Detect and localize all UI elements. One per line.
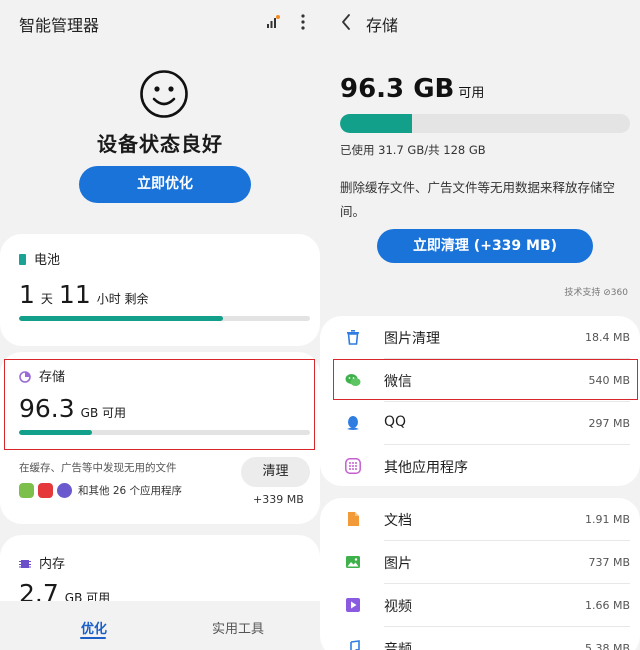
- memory-header: 内存: [19, 553, 65, 572]
- clean-button[interactable]: 清理: [241, 457, 310, 487]
- device-care-panel: 智能管理器 设备状态良好 立即优化 电池 1 天 11 小时 剩余 存储 96.…: [0, 0, 320, 650]
- back-arrow-icon[interactable]: [341, 14, 351, 30]
- junk-apps-row: 和其他 26 个应用程序: [19, 482, 183, 499]
- item-label: 其他应用程序: [384, 460, 468, 476]
- page-title: 存储: [366, 16, 399, 35]
- image-icon: [346, 556, 360, 568]
- storage-junk-description: 在缓存、广告等中发现无用的文件: [19, 462, 177, 474]
- clean-size: +339 MB: [253, 493, 304, 506]
- item-label: 图片: [384, 556, 412, 572]
- memory-chip-icon: [19, 559, 31, 568]
- list-item[interactable]: 图片清理 18.4 MB: [320, 316, 640, 359]
- more-options-icon[interactable]: [298, 13, 308, 31]
- available-unit: 可用: [458, 86, 485, 101]
- bottom-navigation: 优化 实用工具: [0, 601, 320, 650]
- battery-label: 电池: [34, 253, 61, 268]
- item-size: 1.66 MB: [584, 599, 630, 612]
- item-label: 图片清理: [384, 331, 440, 347]
- item-label: QQ: [384, 414, 407, 430]
- file-type-list: 文档 1.91 MB 图片 737 MB 视频 1.66 MB 音频 5.38 …: [320, 498, 640, 650]
- list-item[interactable]: 图片 737 MB: [320, 541, 640, 584]
- list-item[interactable]: QQ 297 MB: [320, 402, 640, 445]
- android-app-icon: [19, 482, 34, 498]
- battery-level-fill: [19, 316, 223, 321]
- item-size: 737 MB: [588, 556, 630, 569]
- memory-label: 内存: [39, 557, 66, 572]
- battery-header: 电池: [19, 249, 60, 268]
- list-item[interactable]: 文档 1.91 MB: [320, 498, 640, 541]
- tech-support-text: 技术支持 ⊘360: [564, 288, 628, 298]
- trash-icon: [347, 330, 359, 345]
- storage-detail-panel: 存储 96.3 GB 可用 已使用 31.7 GB/共 128 GB 删除缓存文件…: [320, 0, 640, 650]
- active-tab-indicator: [80, 637, 106, 639]
- battery-hours: 11: [58, 280, 91, 309]
- browser-app-icon: [57, 482, 72, 498]
- item-label: 音频: [384, 642, 412, 650]
- list-item[interactable]: 其他应用程序: [320, 445, 640, 488]
- optimize-now-button[interactable]: 立即优化: [79, 166, 251, 203]
- item-label: 视频: [384, 599, 412, 615]
- device-status-title: 设备状态良好: [97, 132, 223, 156]
- qq-icon: [347, 416, 359, 430]
- item-size: 18.4 MB: [584, 331, 630, 344]
- available-storage: 96.3 GB 可用: [340, 74, 484, 104]
- audio-icon: [350, 640, 360, 650]
- item-size: 5.38 MB: [584, 642, 630, 650]
- storage-used-fill: [340, 114, 412, 133]
- item-size: 297 MB: [588, 417, 630, 430]
- battery-hours-unit: 小时 剩余: [96, 292, 149, 306]
- battery-remaining: 1 天 11 小时 剩余: [19, 280, 155, 309]
- battery-card[interactable]: 电池 1 天 11 小时 剩余: [0, 234, 320, 346]
- storage-highlight-box: [4, 359, 315, 450]
- available-value: 96.3 GB: [340, 74, 455, 104]
- video-icon: [346, 598, 360, 612]
- battery-icon: [19, 254, 26, 265]
- wechat-highlight-box: [333, 359, 638, 400]
- list-item[interactable]: 视频 1.66 MB: [320, 584, 640, 627]
- battery-days-unit: 天: [40, 292, 53, 306]
- storage-used-text: 已使用 31.7 GB/共 128 GB: [340, 143, 486, 157]
- cleanup-category-list: 图片清理 18.4 MB 微信 540 MB QQ 297 MB 其他应用程序: [320, 316, 640, 486]
- storage-used-bar: [340, 114, 630, 133]
- battery-level-bar: [19, 316, 310, 321]
- item-size: 1.91 MB: [584, 513, 630, 526]
- other-apps-text: 和其他 26 个应用程序: [78, 485, 183, 497]
- mi-app-icon: [38, 482, 53, 498]
- signal-icon[interactable]: [266, 15, 280, 29]
- document-icon: [348, 512, 359, 526]
- clean-now-button[interactable]: 立即清理 (+339 MB): [377, 229, 593, 263]
- item-label: 文档: [384, 513, 412, 529]
- apps-grid-icon: [345, 458, 361, 474]
- battery-days: 1: [19, 280, 35, 309]
- tab-tools[interactable]: 实用工具: [212, 618, 264, 637]
- tab-optimize[interactable]: 优化: [81, 618, 107, 637]
- smiley-face-icon: [140, 70, 188, 118]
- cleanup-description: 删除缓存文件、广告文件等无用数据来释放存储空间。: [340, 180, 616, 219]
- app-title: 智能管理器: [19, 16, 100, 35]
- list-item[interactable]: 音频 5.38 MB: [320, 627, 640, 650]
